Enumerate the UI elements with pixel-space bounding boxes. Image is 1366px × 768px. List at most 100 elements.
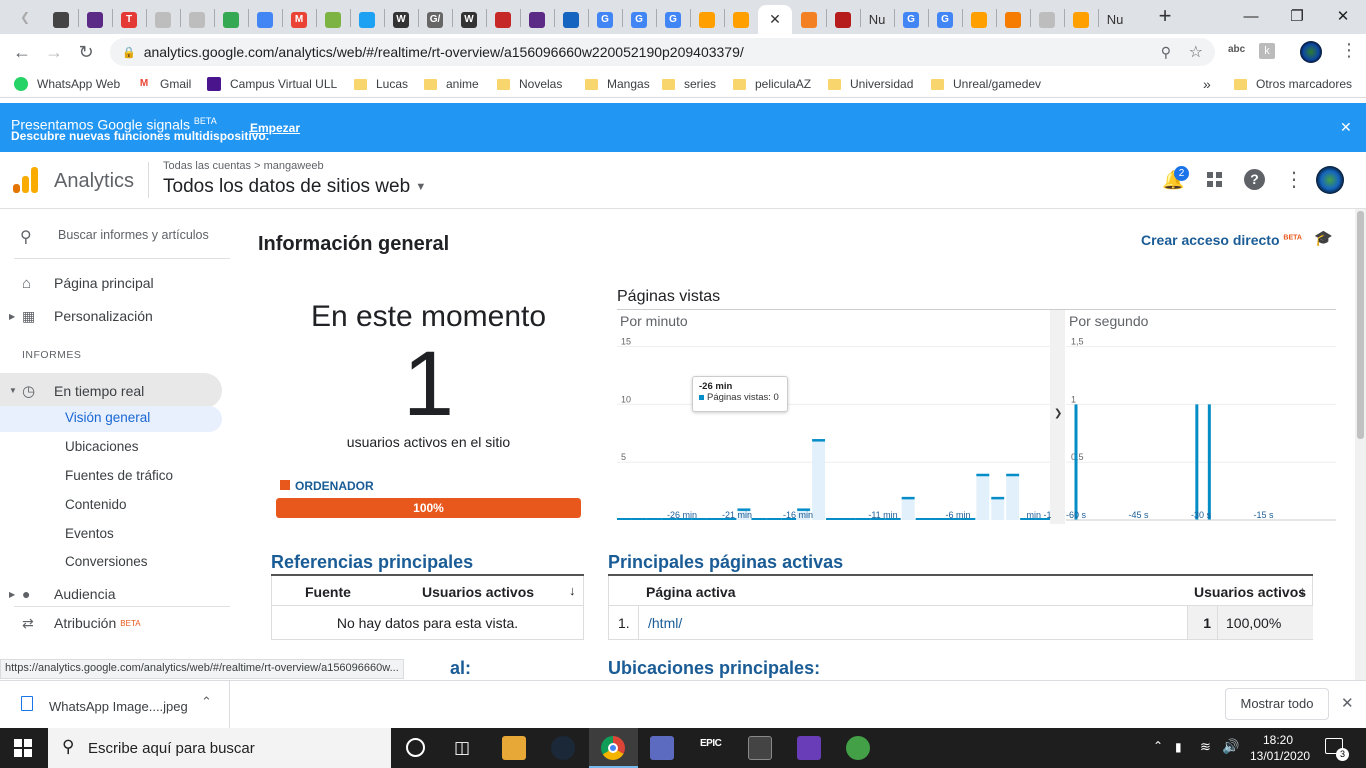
browser-tab[interactable]: G/ <box>418 5 452 34</box>
extension-k-icon[interactable]: k <box>1259 43 1275 59</box>
browser-tab[interactable] <box>520 5 554 34</box>
browser-tab[interactable] <box>78 5 112 34</box>
download-item[interactable]: WhatsApp Image....jpeg ⌃ <box>0 681 230 728</box>
help-icon[interactable]: ? <box>1244 169 1265 190</box>
sidebar-item-traffic-sources[interactable]: Fuentes de tráfico <box>65 468 173 483</box>
education-hat-icon[interactable]: 🎓 <box>1314 229 1333 247</box>
other-bookmarks[interactable]: Otros marcadores <box>1234 75 1352 93</box>
bookmark-anime[interactable]: anime <box>424 75 479 93</box>
tray-chevron-up-icon[interactable]: ⌃ <box>1153 739 1163 753</box>
bookmark-peliculaaz[interactable]: peliculaAZ <box>733 75 811 93</box>
browser-tab[interactable] <box>486 5 520 34</box>
browser-tab[interactable] <box>792 5 826 34</box>
banner-start-link[interactable]: Empezar <box>250 121 300 135</box>
view-selector[interactable]: Todos los datos de sitios web ▼ <box>163 176 426 198</box>
browser-tab[interactable] <box>316 5 350 34</box>
sidebar-item-events[interactable]: Eventos <box>65 526 114 541</box>
sort-down-icon[interactable]: ↓ <box>569 583 576 598</box>
browser-tab[interactable]: G <box>928 5 962 34</box>
sidebar-item-attribution[interactable]: ⇄ Atribución BETA <box>0 612 222 634</box>
browser-tab[interactable] <box>724 5 758 34</box>
browser-tab[interactable] <box>1064 5 1098 34</box>
windows-start-icon[interactable] <box>14 739 32 757</box>
bookmark-whatsapp-web[interactable]: WhatsApp Web <box>14 75 120 93</box>
extension-abc-icon[interactable]: abc <box>1228 44 1245 55</box>
sidebar-item-audience[interactable]: ▶ ● Audiencia <box>0 584 222 604</box>
reload-button[interactable]: ↻ <box>72 38 100 66</box>
bookmark-gmail[interactable]: M Gmail <box>137 75 191 93</box>
bookmark-series[interactable]: series <box>662 75 716 93</box>
browser-tab[interactable]: G <box>656 5 690 34</box>
browser-tab[interactable] <box>248 5 282 34</box>
bookmark-universidad[interactable]: Universidad <box>828 75 913 93</box>
chrome-taskbar-button[interactable] <box>589 728 638 768</box>
browser-tab[interactable]: G <box>894 5 928 34</box>
sidebar-item-home[interactable]: ⌂ Página principal <box>0 272 222 294</box>
browser-tab[interactable] <box>350 5 384 34</box>
active-tab[interactable]: ✕ <box>758 5 792 34</box>
terminal-icon[interactable] <box>748 736 772 760</box>
referrals-col-users[interactable]: Usuarios activos <box>422 584 534 600</box>
forward-button[interactable]: → <box>40 38 68 66</box>
sidebar-item-realtime[interactable]: ▼ ◷ En tiempo real <box>0 373 222 408</box>
account-breadcrumb[interactable]: Todas las cuentas > mangaweeb <box>163 160 324 172</box>
profile-avatar[interactable] <box>1300 41 1322 63</box>
browser-tab[interactable] <box>826 5 860 34</box>
browser-tab[interactable] <box>554 5 588 34</box>
sort-down-icon[interactable]: ↓ <box>1299 583 1306 598</box>
referrals-col-source[interactable]: Fuente <box>305 584 351 600</box>
pages-col-users[interactable]: Usuarios activos <box>1194 584 1306 600</box>
browser-tab[interactable] <box>996 5 1030 34</box>
browser-tab[interactable]: G <box>588 5 622 34</box>
bookmark-novelas[interactable]: Novelas <box>497 75 562 93</box>
browser-tab[interactable]: Nu <box>1098 5 1132 34</box>
bookmark-campus-virtual-ull[interactable]: Campus Virtual ULL <box>207 75 337 93</box>
sidebar-item-content[interactable]: Contenido <box>65 497 127 512</box>
bookmark-mangas[interactable]: Mangas <box>585 75 650 93</box>
chrome-menu-icon[interactable]: ⋮ <box>1340 40 1358 61</box>
bookmarks-more-button[interactable]: » <box>1203 75 1211 93</box>
browser-tab[interactable] <box>690 5 724 34</box>
taskbar-search-box[interactable]: ⚲ Escribe aquí para buscar <box>48 728 391 768</box>
sidebar-item-locations[interactable]: Ubicaciones <box>65 439 139 454</box>
browser-tab[interactable] <box>214 5 248 34</box>
create-shortcut-link[interactable]: Crear acceso directo BETA <box>1141 232 1302 248</box>
task-view-icon[interactable]: ◫ <box>454 738 470 758</box>
taskbar-clock[interactable]: 18:20 13/01/2020 <box>1250 732 1310 764</box>
tab-scroll-left-icon[interactable]: ❮ <box>20 10 30 24</box>
sidebar-item-customization[interactable]: ▶ ▦ Personalización <box>0 305 222 327</box>
battery-icon[interactable]: ▮ <box>1175 740 1182 754</box>
apps-grid-icon[interactable] <box>1207 172 1223 188</box>
steam-icon[interactable] <box>551 736 575 760</box>
visual-studio-icon[interactable] <box>797 736 821 760</box>
app-green-icon[interactable] <box>846 736 870 760</box>
account-avatar[interactable] <box>1316 166 1344 194</box>
wifi-icon[interactable]: ≋ <box>1200 739 1211 755</box>
close-shelf-icon[interactable]: ✕ <box>1341 694 1354 712</box>
row-page-link[interactable]: /html/ <box>648 615 682 631</box>
bookmark-unreal-gamedev[interactable]: Unreal/gamedev <box>931 75 1041 93</box>
minimize-button[interactable]: — <box>1228 0 1274 32</box>
cortana-icon[interactable] <box>406 738 425 757</box>
zoom-icon[interactable]: ⚲ <box>1161 44 1171 61</box>
bookmark-lucas[interactable]: Lucas <box>354 75 408 93</box>
browser-tab[interactable] <box>44 5 78 34</box>
scrollbar-thumb[interactable] <box>1357 211 1364 439</box>
browser-tab[interactable]: Nu <box>860 5 894 34</box>
restore-button[interactable]: ❐ <box>1274 0 1320 32</box>
window-close-button[interactable]: ✕ <box>1320 0 1366 32</box>
bookmark-star-icon[interactable]: ☆ <box>1189 42 1203 62</box>
sidebar-item-conversions[interactable]: Conversiones <box>65 554 148 569</box>
browser-tab[interactable]: T <box>112 5 146 34</box>
browser-tab[interactable] <box>1030 5 1064 34</box>
file-explorer-icon[interactable] <box>502 736 526 760</box>
chevron-up-icon[interactable]: ⌃ <box>201 694 212 710</box>
browser-tab[interactable] <box>962 5 996 34</box>
discord-icon[interactable] <box>650 736 674 760</box>
epic-games-icon[interactable]: EPIC <box>700 738 722 749</box>
close-icon[interactable]: ✕ <box>767 11 783 28</box>
chart-expand-arrow-icon[interactable]: ❯ <box>1054 408 1062 419</box>
browser-tab[interactable]: M <box>282 5 316 34</box>
back-button[interactable]: ← <box>8 38 36 66</box>
page-scrollbar[interactable] <box>1355 209 1366 680</box>
